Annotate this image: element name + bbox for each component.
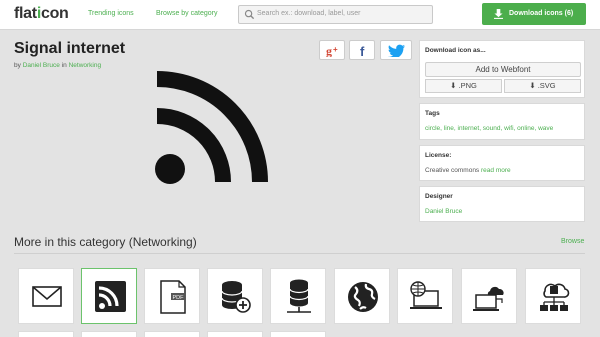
tags-title: Tags xyxy=(425,110,440,117)
designer-title: Designer xyxy=(425,193,453,200)
thumb-database-add[interactable] xyxy=(207,268,263,324)
license-title: License: xyxy=(425,152,452,159)
license-read-more-link[interactable]: read more xyxy=(481,167,511,174)
add-to-webfont-button[interactable]: Add to Webfont xyxy=(425,62,581,77)
byline: by Daniel Bruce in Networking xyxy=(14,62,101,69)
more-in-category-title: More in this category (Networking) xyxy=(14,235,197,249)
thumb-row2-3[interactable] xyxy=(144,331,200,337)
facebook-icon: f xyxy=(360,44,365,57)
cloud-laptop-icon xyxy=(473,286,504,311)
browse-link[interactable]: Browse xyxy=(561,238,584,245)
thumb-cloud-laptop[interactable] xyxy=(461,268,517,324)
pdf-label: PDF xyxy=(173,295,185,301)
category-link[interactable]: Networking xyxy=(69,62,102,69)
cloud-network-icon xyxy=(540,283,570,311)
flaticon-logo[interactable]: flaticon xyxy=(14,5,69,23)
envelope-icon xyxy=(32,286,62,307)
thumb-row2-4[interactable] xyxy=(207,331,263,337)
thumb-envelope[interactable] xyxy=(18,268,74,324)
by-text: by xyxy=(14,62,21,69)
download-icons-button[interactable]: Download icons (6) xyxy=(482,3,586,25)
download-icon xyxy=(494,9,503,19)
twitter-icon xyxy=(388,44,405,57)
thumb-row2-1[interactable] xyxy=(18,331,74,337)
google-plus-share-button[interactable]: g + xyxy=(319,40,345,60)
in-text: in xyxy=(61,62,67,69)
search-placeholder: Search ex.: download, label, user xyxy=(257,10,361,17)
download-panel: Download icon as... Add to Webfont ⬇ .PN… xyxy=(419,40,585,98)
tags-panel: Tags circle, line, internet, sound, wifi… xyxy=(419,103,585,140)
thumb-rss[interactable] xyxy=(81,268,137,324)
divider xyxy=(14,253,585,254)
page-title: Signal internet xyxy=(14,40,126,57)
globe-icon xyxy=(348,282,378,312)
database-add-icon xyxy=(221,281,251,313)
nav-trending-icons[interactable]: Trending icons xyxy=(88,10,134,17)
license-value: Creative commons read more xyxy=(425,167,511,174)
top-bar: flaticon Trending icons Browse by catego… xyxy=(0,0,600,30)
logo-suffix: con xyxy=(40,5,69,22)
svg-text:+: + xyxy=(333,45,338,54)
author-link[interactable]: Daniel Bruce xyxy=(23,62,60,69)
signal-internet-icon xyxy=(155,71,268,184)
database-network-icon xyxy=(287,279,311,313)
thumb-row2-5[interactable] xyxy=(270,331,326,337)
svg-text:f: f xyxy=(360,44,365,57)
thumb-cloud-network[interactable] xyxy=(525,268,581,324)
search-input[interactable]: Search ex.: download, label, user xyxy=(238,5,433,24)
nav-browse-by-category[interactable]: Browse by category xyxy=(156,10,217,17)
google-plus-icon: g + xyxy=(326,44,338,57)
svg-text:g: g xyxy=(326,44,332,57)
thumb-globe[interactable] xyxy=(334,268,390,324)
download-png-button[interactable]: ⬇ .PNG xyxy=(425,79,502,93)
pdf-file-icon: PDF xyxy=(160,280,186,314)
search-icon xyxy=(244,9,255,20)
thumb-pdf-file[interactable]: PDF xyxy=(144,268,200,324)
facebook-share-button[interactable]: f xyxy=(349,40,375,60)
designer-link[interactable]: Daniel Bruce xyxy=(425,208,462,215)
download-panel-title: Download icon as... xyxy=(425,47,486,54)
license-panel: License: Creative commons read more xyxy=(419,145,585,181)
logo-prefix: flat xyxy=(14,5,37,22)
download-svg-button[interactable]: ⬇ .SVG xyxy=(504,79,581,93)
thumb-row2-2[interactable] xyxy=(81,331,137,337)
rss-icon xyxy=(95,281,126,312)
twitter-share-button[interactable] xyxy=(380,40,412,60)
thumb-database-network[interactable] xyxy=(270,268,326,324)
tags-list[interactable]: circle, line, internet, sound, wifi, onl… xyxy=(425,125,553,132)
designer-panel: Designer Daniel Bruce xyxy=(419,186,585,222)
download-icons-label: Download icons (6) xyxy=(509,10,574,17)
thumb-laptop-globe[interactable] xyxy=(397,268,453,324)
license-text: Creative commons xyxy=(425,167,480,174)
laptop-globe-icon xyxy=(410,281,442,309)
